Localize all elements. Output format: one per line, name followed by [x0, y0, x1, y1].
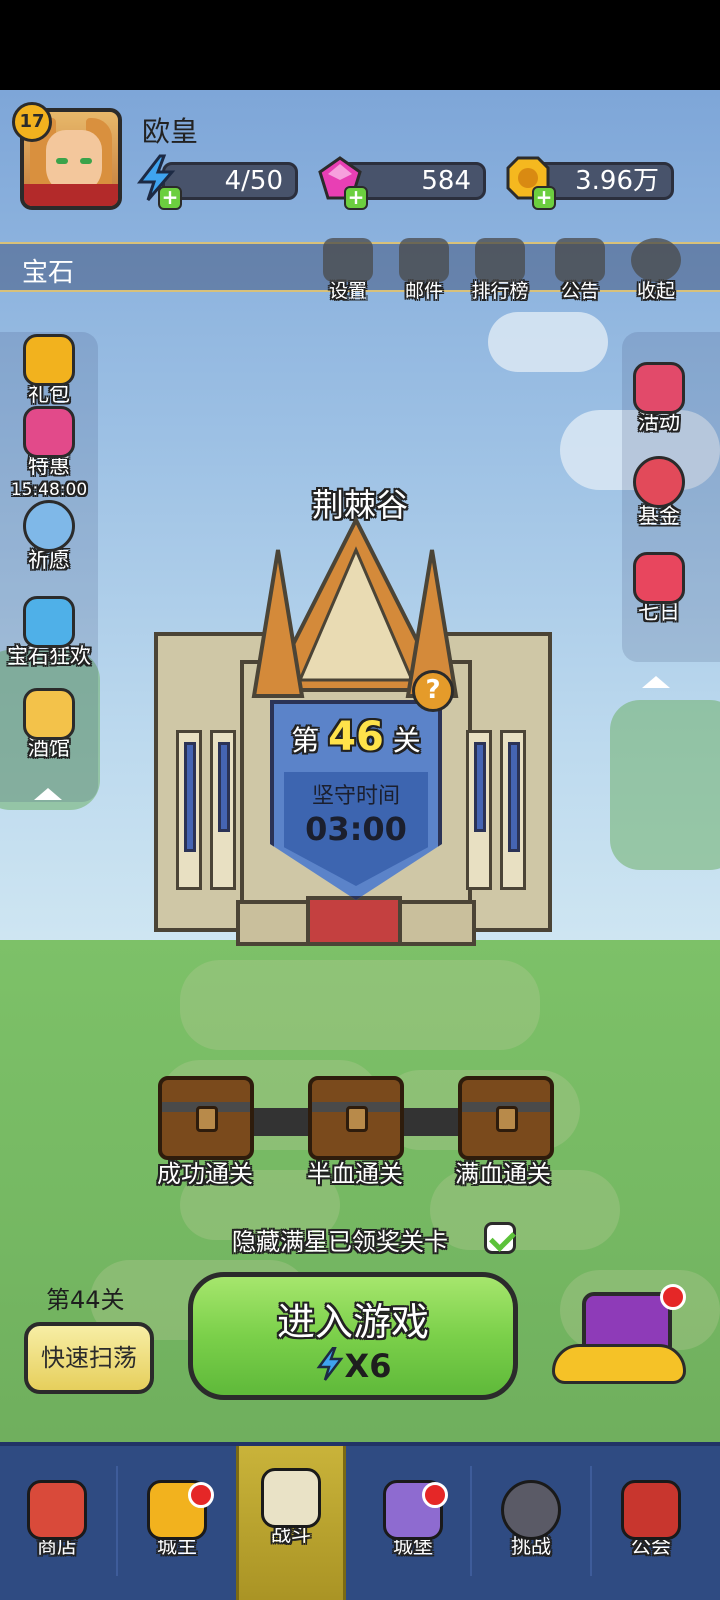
hide-cleared-stages-toggle[interactable]: 隐藏满星已领奖关卡: [232, 1222, 448, 1256]
seven-day-icon: [633, 552, 685, 604]
stage-banner[interactable]: 第 46 关 坚守时间 03:00: [270, 700, 442, 900]
leaderboard-icon: [475, 238, 525, 282]
event-icon: [633, 362, 685, 414]
leaderboard-button[interactable]: 排行榜: [470, 238, 530, 303]
gold-coins-icon: [552, 1344, 686, 1384]
chest-full-hp-label: 满血通关: [455, 1160, 551, 1188]
crossed-swords-icon: [261, 1468, 321, 1528]
nav-challenge[interactable]: 挑战: [476, 1454, 586, 1600]
ticker-text: 宝石: [22, 258, 75, 288]
tavern-icon: [23, 688, 75, 740]
mail-icon: [399, 238, 449, 282]
castle-door: [306, 896, 402, 946]
chest-half-hp[interactable]: [308, 1076, 404, 1160]
settings-button[interactable]: 设置: [318, 238, 378, 303]
nav-guild[interactable]: 公会: [596, 1454, 706, 1600]
gold-value: 3.96万: [575, 166, 659, 196]
nav-battle[interactable]: 战斗: [236, 1446, 346, 1600]
nav-lord-badge: [188, 1482, 214, 1508]
gem-carnival-button[interactable]: 宝石狂欢: [4, 596, 94, 670]
lock-icon: [196, 1106, 218, 1132]
chest-half-hp-label: 半血通关: [307, 1160, 403, 1188]
castle-flag: [474, 742, 486, 832]
lock-icon: [496, 1106, 518, 1132]
nav-castle[interactable]: 城堡: [358, 1454, 468, 1600]
quick-sweep-button[interactable]: 快速扫荡: [24, 1322, 154, 1394]
gem-carnival-icon: [23, 596, 75, 648]
avatar-eye: [80, 158, 92, 164]
status-bar: [0, 0, 720, 90]
event-button[interactable]: 活动: [614, 362, 704, 436]
hold-time-label: 坚守时间: [311, 784, 400, 809]
seven-day-button[interactable]: 七日: [614, 552, 704, 626]
castle-flag: [184, 742, 196, 852]
chest-full-hp[interactable]: [458, 1076, 554, 1160]
gift-pack-icon: [23, 334, 75, 386]
right-menu-collapse-arrow-icon[interactable]: [642, 676, 670, 688]
avatar-eye: [56, 158, 68, 164]
left-menu-collapse-arrow-icon[interactable]: [34, 788, 62, 800]
tavern-button[interactable]: 酒馆: [4, 688, 94, 762]
energy-value: 4/50: [224, 166, 283, 196]
announcement-button[interactable]: 公告: [550, 238, 610, 303]
add-energy-button[interactable]: +: [158, 186, 182, 210]
shop-icon: [27, 1480, 87, 1540]
chest-progress-link: [248, 1108, 312, 1136]
bottom-nav: 商店 城主 战斗 城堡 挑战 公会: [0, 1442, 720, 1600]
stage-suffix: 关: [392, 724, 421, 757]
avatar-collar: [24, 184, 118, 206]
enter-cost: X6: [193, 1346, 513, 1385]
cloud: [488, 312, 608, 372]
nav-separator: [470, 1466, 472, 1576]
enter-cost-value: X6: [344, 1347, 392, 1385]
nav-castle-badge: [422, 1482, 448, 1508]
guild-banner-icon: [621, 1480, 681, 1540]
gift-pack-button[interactable]: 礼包: [4, 334, 94, 408]
lock-icon: [346, 1106, 368, 1132]
nav-separator: [590, 1466, 592, 1576]
special-offer-icon: [23, 406, 75, 458]
nav-separator: [116, 1466, 118, 1576]
enter-game-button[interactable]: 进入游戏 X6: [188, 1272, 518, 1400]
castle-flag: [218, 742, 230, 832]
player-name: 欧皇: [142, 115, 199, 148]
chest-clear[interactable]: [158, 1076, 254, 1160]
nav-shop[interactable]: 商店: [2, 1454, 112, 1600]
tree: [610, 700, 720, 870]
enter-game-label: 进入游戏: [276, 1300, 429, 1344]
game-screen: 17 欧皇 4/50 + 584 + 3.96万 + 宝石 设置 邮件 排行榜 …: [0, 0, 720, 1600]
hold-time-value: 03:00: [305, 810, 407, 848]
chest-progress-link: [398, 1108, 462, 1136]
nav-lord[interactable]: 城主: [122, 1454, 232, 1600]
sweep-stage-label: 第44关: [46, 1286, 125, 1314]
stone-path: [180, 960, 540, 1050]
demon-icon: [501, 1480, 561, 1540]
stage-number: 46: [328, 714, 384, 760]
collapse-button[interactable]: 收起: [626, 238, 686, 303]
castle-flag: [508, 742, 520, 852]
treasure-notification-badge: [660, 1284, 686, 1310]
add-gold-button[interactable]: +: [532, 186, 556, 210]
add-gem-button[interactable]: +: [344, 186, 368, 210]
hide-cleared-label: 隐藏满星已领奖关卡: [232, 1228, 448, 1256]
gem-value: 584: [421, 166, 471, 196]
mail-button[interactable]: 邮件: [394, 238, 454, 303]
lightning-icon: [316, 1346, 344, 1381]
gear-icon: [323, 238, 373, 282]
hide-cleared-checkbox[interactable]: [484, 1222, 516, 1254]
energy-bar[interactable]: 4/50: [162, 162, 298, 200]
stage-prefix: 第: [291, 724, 320, 757]
help-icon[interactable]: ?: [412, 670, 454, 712]
player-level-badge: 17: [12, 102, 52, 142]
chest-clear-label: 成功通关: [157, 1160, 253, 1188]
megaphone-icon: [555, 238, 605, 282]
collapse-icon: [631, 238, 681, 282]
stage-number-line: 第 46 关: [270, 714, 442, 760]
